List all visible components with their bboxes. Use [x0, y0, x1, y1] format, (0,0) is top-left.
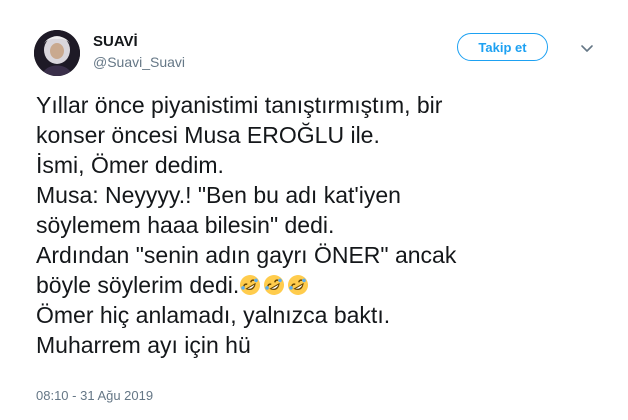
tweet-card: SUAVİ @Suavi_Suavi Takip et Yıllar önce … [0, 0, 628, 420]
rolling-on-floor-laughing-emoji [264, 275, 285, 295]
tweet-line: Musa: Neyyyy.! "Ben bu adı kat'iyen [36, 182, 401, 208]
rolling-on-floor-laughing-emoji [288, 275, 309, 295]
tweet-text: Yıllar önce piyanistimi tanıştırmıştım, … [36, 90, 596, 360]
tweet-line-with-emoji: böyle söylerim dedi. [36, 270, 596, 300]
follow-button[interactable]: Takip et [457, 33, 548, 61]
tweet-line: Ardından "senin adın gayrı ÖNER" ancak [36, 242, 457, 268]
tweet-line: konser öncesi Musa EROĞLU ile. [36, 122, 380, 148]
tweet-line-text: böyle söylerim dedi. [36, 272, 240, 298]
tweet-line: Muharrem ayı için hü [36, 332, 251, 358]
tweet-line: söylemem haaa bilesin" dedi. [36, 212, 335, 238]
tweet-line: İsmi, Ömer dedim. [36, 152, 224, 178]
tweet-line: Yıllar önce piyanistimi tanıştırmıştım, … [36, 92, 443, 118]
avatar[interactable] [34, 30, 80, 76]
tweet-timestamp[interactable]: 08:10 - 31 Ağu 2019 [36, 388, 153, 403]
chevron-down-icon[interactable] [579, 40, 595, 56]
tweet-line: Ömer hiç anlamadı, yalnızca baktı. [36, 302, 391, 328]
avatar-image [34, 30, 80, 76]
rolling-on-floor-laughing-emoji [240, 275, 261, 295]
user-handle[interactable]: @Suavi_Suavi [93, 54, 185, 70]
user-name[interactable]: SUAVİ [93, 33, 138, 50]
